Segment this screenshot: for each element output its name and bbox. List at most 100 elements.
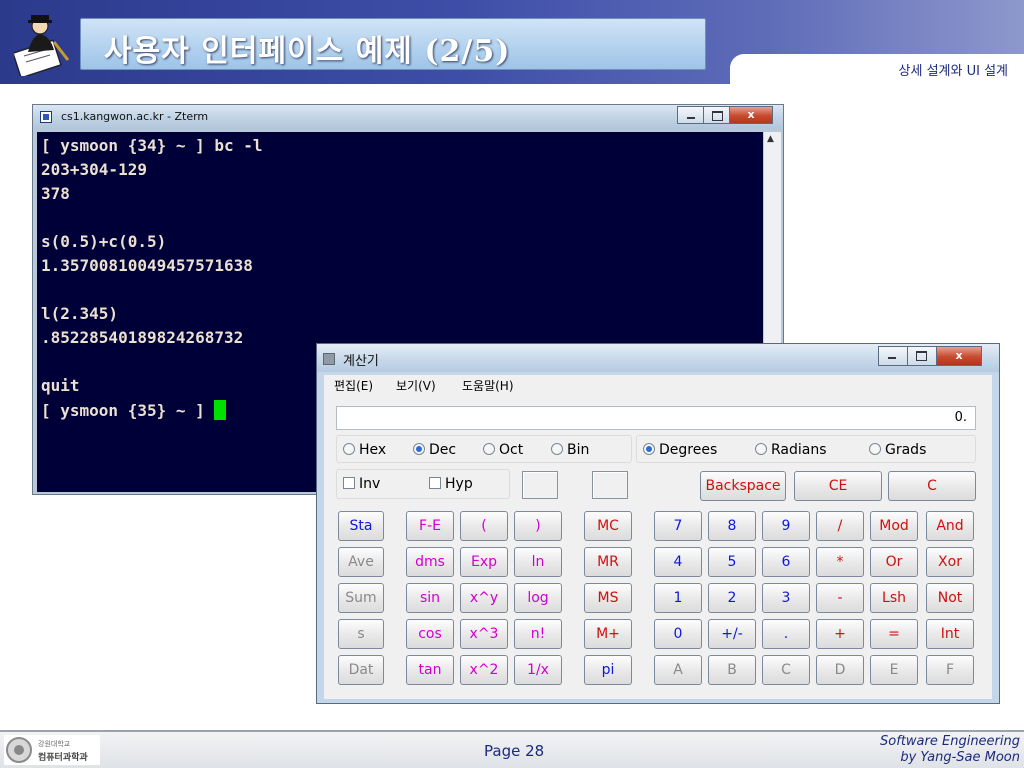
writer-icon — [14, 15, 70, 76]
terminal-window-buttons: x — [677, 106, 773, 124]
reciprocal-button[interactable]: 1/x — [514, 655, 562, 685]
std-dev-button[interactable]: s — [338, 619, 384, 649]
hex-c-button[interactable]: C — [762, 655, 810, 685]
radio-hex[interactable]: Hex — [343, 442, 386, 458]
digit-1-button[interactable]: 1 — [654, 583, 702, 613]
sign-toggle-button[interactable]: +/- — [708, 619, 756, 649]
square-button[interactable]: x^2 — [460, 655, 508, 685]
close-icon[interactable]: x — [936, 346, 982, 366]
checkbox-inv[interactable]: Inv — [343, 476, 380, 492]
and-button[interactable]: And — [926, 511, 974, 541]
pi-button[interactable]: pi — [584, 655, 632, 685]
decimal-button[interactable]: . — [762, 619, 810, 649]
sum-button[interactable]: Sum — [338, 583, 384, 613]
page-number: Page 28 — [484, 742, 545, 760]
add-button[interactable]: + — [816, 619, 864, 649]
dms-button[interactable]: dms — [406, 547, 454, 577]
menu-view[interactable]: 보기(V) — [396, 377, 436, 394]
memory-recall-button[interactable]: MR — [584, 547, 632, 577]
digit-2-button[interactable]: 2 — [708, 583, 756, 613]
digit-3-button[interactable]: 3 — [762, 583, 810, 613]
multiply-button[interactable]: * — [816, 547, 864, 577]
radio-degrees[interactable]: Degrees — [643, 442, 717, 458]
terminal-titlebar[interactable]: cs1.kangwon.ac.kr - Zterm x — [33, 105, 783, 129]
hex-e-button[interactable]: E — [870, 655, 918, 685]
terminal-line: .85228540189824268732 — [41, 328, 244, 347]
not-button[interactable]: Not — [926, 583, 974, 613]
hex-d-button[interactable]: D — [816, 655, 864, 685]
fe-button[interactable]: F-E — [406, 511, 454, 541]
equals-button[interactable]: = — [870, 619, 918, 649]
cos-button[interactable]: cos — [406, 619, 454, 649]
memory-clear-button[interactable]: MC — [584, 511, 632, 541]
open-paren-button[interactable]: ( — [460, 511, 508, 541]
backspace-button[interactable]: Backspace — [700, 471, 786, 501]
int-button[interactable]: Int — [926, 619, 974, 649]
close-icon[interactable]: x — [729, 106, 773, 124]
slide: 사용자 인터페이스 예제 (2/5) 상세 설계와 UI 설계 cs1.kang… — [0, 0, 1024, 768]
digit-8-button[interactable]: 8 — [708, 511, 756, 541]
radio-label: Bin — [567, 442, 590, 458]
calculator-titlebar[interactable]: 계산기 x — [317, 344, 999, 372]
clear-button[interactable]: C — [888, 471, 976, 501]
memory-add-button[interactable]: M+ — [584, 619, 632, 649]
digit-4-button[interactable]: 4 — [654, 547, 702, 577]
radio-label: Grads — [885, 442, 927, 458]
or-button[interactable]: Or — [870, 547, 918, 577]
menu-edit[interactable]: 편집(E) — [334, 377, 373, 394]
maximize-icon[interactable] — [703, 106, 730, 124]
sin-button[interactable]: sin — [406, 583, 454, 613]
divide-button[interactable]: / — [816, 511, 864, 541]
hex-b-button[interactable]: B — [708, 655, 756, 685]
scroll-up-icon[interactable]: ▲ — [767, 134, 774, 144]
digit-6-button[interactable]: 6 — [762, 547, 810, 577]
minimize-icon[interactable] — [878, 346, 908, 366]
tan-button[interactable]: tan — [406, 655, 454, 685]
data-button[interactable]: Dat — [338, 655, 384, 685]
subtract-button[interactable]: - — [816, 583, 864, 613]
cube-button[interactable]: x^3 — [460, 619, 508, 649]
radio-grads[interactable]: Grads — [869, 442, 926, 458]
terminal-line: quit — [41, 376, 80, 395]
minimize-icon[interactable] — [677, 106, 704, 124]
checkbox-hyp[interactable]: Hyp — [429, 476, 473, 492]
radio-radians[interactable]: Radians — [755, 442, 827, 458]
radio-dec[interactable]: Dec — [413, 442, 456, 458]
radio-bin[interactable]: Bin — [551, 442, 589, 458]
digit-5-button[interactable]: 5 — [708, 547, 756, 577]
clear-entry-button[interactable]: CE — [794, 471, 882, 501]
menu-help[interactable]: 도움말(H) — [462, 377, 514, 394]
radio-label: Hex — [359, 442, 387, 458]
xor-button[interactable]: Xor — [926, 547, 974, 577]
stat-button[interactable]: Sta — [338, 511, 384, 541]
lsh-button[interactable]: Lsh — [870, 583, 918, 613]
ln-button[interactable]: ln — [514, 547, 562, 577]
university-logo: 강원대학교 컴퓨터과학과 — [4, 735, 100, 765]
terminal-title: cs1.kangwon.ac.kr - Zterm — [61, 110, 209, 123]
terminal-line: [ ysmoon {34} ~ ] bc -l — [41, 136, 263, 155]
digit-7-button[interactable]: 7 — [654, 511, 702, 541]
angle-unit-group: Degrees Radians Grads — [636, 435, 976, 463]
terminal-line: s(0.5)+c(0.5) — [41, 232, 167, 251]
hex-a-button[interactable]: A — [654, 655, 702, 685]
power-button[interactable]: x^y — [460, 583, 508, 613]
factorial-button[interactable]: n! — [514, 619, 562, 649]
radio-label: Radians — [771, 442, 827, 458]
close-paren-button[interactable]: ) — [514, 511, 562, 541]
log-button[interactable]: log — [514, 583, 562, 613]
maximize-icon[interactable] — [907, 346, 937, 366]
terminal-line: 378 — [41, 184, 70, 203]
memory-store-button[interactable]: MS — [584, 583, 632, 613]
digit-0-button[interactable]: 0 — [654, 619, 702, 649]
digit-9-button[interactable]: 9 — [762, 511, 810, 541]
radio-oct[interactable]: Oct — [483, 442, 523, 458]
mod-button[interactable]: Mod — [870, 511, 918, 541]
paren-indicator — [592, 471, 628, 499]
seal-icon — [6, 737, 32, 763]
slide-subtitle: 상세 설계와 UI 설계 — [898, 64, 1008, 79]
exp-button[interactable]: Exp — [460, 547, 508, 577]
inv-hyp-group: Inv Hyp — [336, 469, 510, 499]
hex-f-button[interactable]: F — [926, 655, 974, 685]
average-button[interactable]: Ave — [338, 547, 384, 577]
course-name: Software Engineering — [880, 734, 1020, 749]
